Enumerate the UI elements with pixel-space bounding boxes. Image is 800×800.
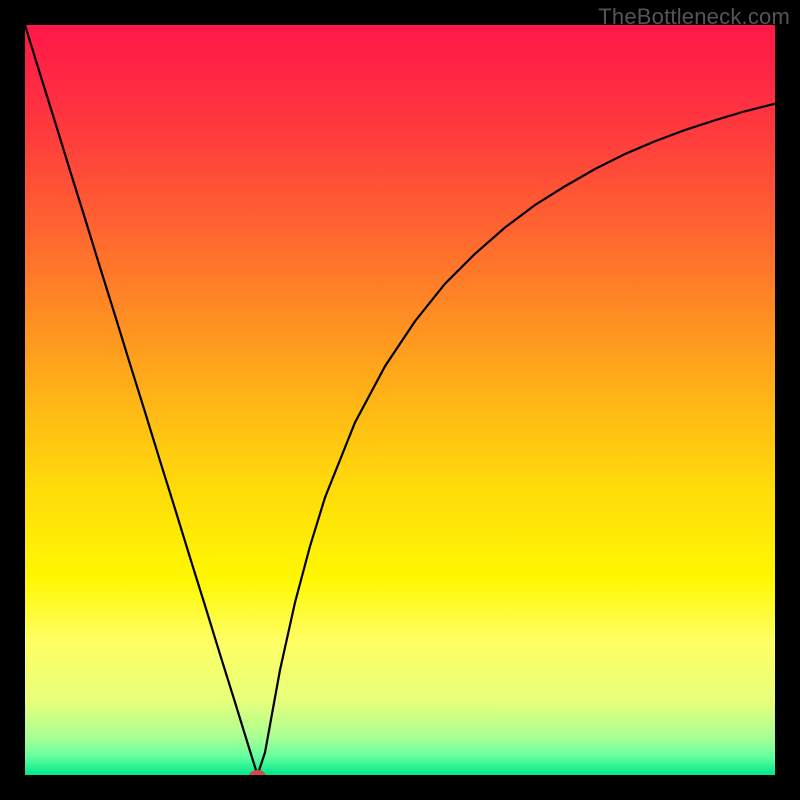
chart-frame: TheBottleneck.com	[0, 0, 800, 800]
chart-plot-area	[25, 25, 775, 775]
chart-svg	[25, 25, 775, 775]
